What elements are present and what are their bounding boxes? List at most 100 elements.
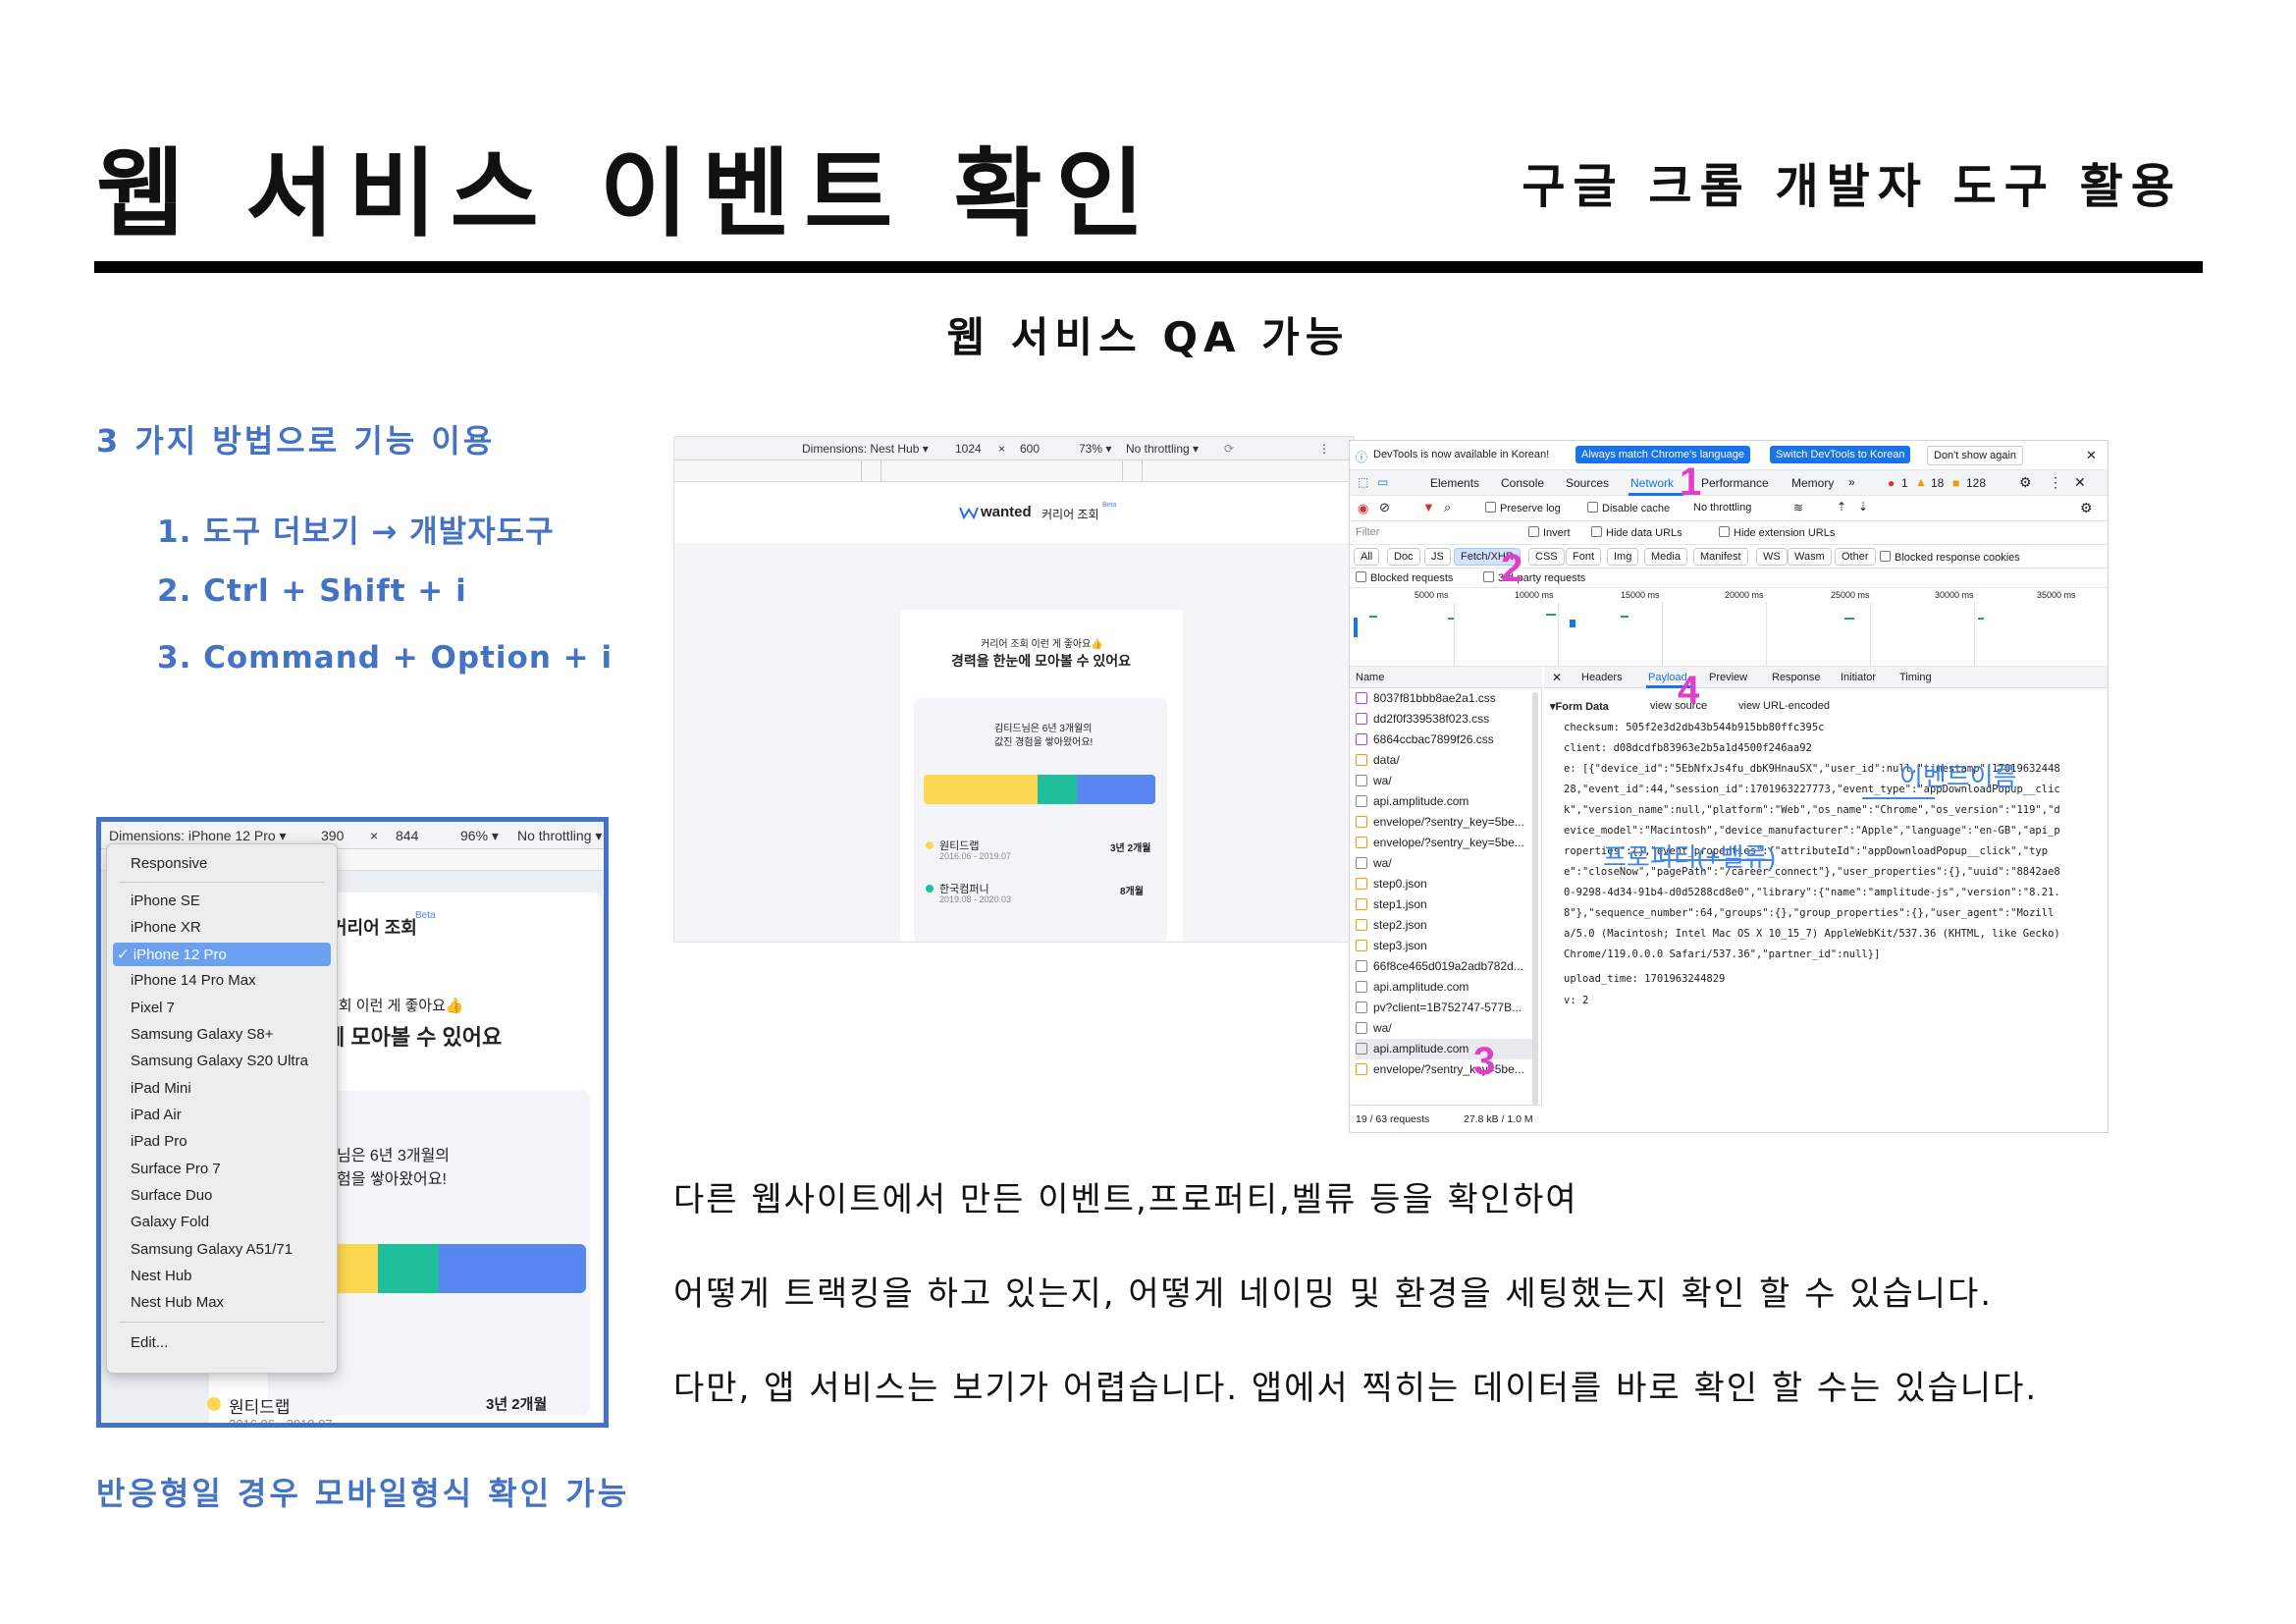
network-settings-icon[interactable]: ⚙ xyxy=(2080,500,2093,516)
request-row[interactable]: api.amplitude.com xyxy=(1356,791,1538,812)
detail-tab-response[interactable]: Response xyxy=(1772,672,1821,683)
type-chip-all[interactable]: All xyxy=(1354,548,1380,566)
detail-tab-initiator[interactable]: Initiator xyxy=(1841,672,1876,683)
type-chip-css[interactable]: CSS xyxy=(1528,548,1565,566)
device-option[interactable]: iPad Pro xyxy=(113,1130,331,1154)
request-row[interactable]: wa/ xyxy=(1356,853,1538,874)
type-chip-font[interactable]: Font xyxy=(1566,548,1602,566)
settings-gear-icon[interactable]: ⚙ xyxy=(2019,474,2032,491)
device-option[interactable]: iPhone XR xyxy=(113,916,331,940)
switch-korean-button[interactable]: Switch DevTools to Korean xyxy=(1770,446,1911,463)
type-chip-other[interactable]: Other xyxy=(1835,548,1876,566)
blocked-requests-checkbox[interactable]: Blocked requests xyxy=(1356,571,1453,584)
wifi-icon[interactable]: ≋ xyxy=(1793,501,1803,514)
match-language-button[interactable]: Always match Chrome's language xyxy=(1575,446,1750,463)
site-brand[interactable]: wanted xyxy=(981,504,1032,520)
device-option[interactable]: Samsung Galaxy A51/71 xyxy=(113,1238,331,1262)
type-chip-media[interactable]: Media xyxy=(1644,548,1687,566)
filter-funnel-icon[interactable]: ▼ xyxy=(1422,500,1435,514)
tab-elements[interactable]: Elements xyxy=(1430,476,1479,490)
import-icon[interactable]: ⇡ xyxy=(1837,500,1846,514)
tab-sources[interactable]: Sources xyxy=(1566,476,1609,490)
name-column-header[interactable]: Name xyxy=(1356,672,1384,683)
device-option[interactable]: Galaxy Fold xyxy=(113,1211,331,1234)
dont-show-button[interactable]: Don't show again xyxy=(1927,446,2024,465)
device-option[interactable]: iPhone 14 Pro Max xyxy=(113,969,331,993)
device-option[interactable]: Nest Hub xyxy=(113,1265,331,1288)
request-row[interactable]: api.amplitude.com xyxy=(1356,977,1538,998)
request-row[interactable]: envelope/?sentry_key=5be... xyxy=(1356,1059,1538,1080)
request-row[interactable]: step0.json xyxy=(1356,874,1538,894)
clear-icon[interactable]: ⊘ xyxy=(1379,500,1390,515)
device-option-edit[interactable]: Edit... xyxy=(113,1331,331,1355)
hide-data-urls-checkbox[interactable]: Hide data URLs xyxy=(1591,526,1682,539)
device-option-selected[interactable]: ✓ iPhone 12 Pro xyxy=(113,943,331,966)
device-height-input[interactable]: 844 xyxy=(396,828,418,843)
close-detail-icon[interactable]: ✕ xyxy=(1552,671,1562,684)
device-option[interactable]: iPhone SE xyxy=(113,890,331,913)
request-list-scrollbar[interactable] xyxy=(1532,692,1538,1105)
device-option[interactable]: Surface Duo xyxy=(113,1184,331,1208)
throttle-select[interactable]: No throttling ▾ xyxy=(517,828,602,844)
form-data-toggle[interactable]: ▾Form Data xyxy=(1550,700,1609,713)
request-row[interactable]: wa/ xyxy=(1356,771,1538,791)
rotate-icon[interactable]: ⟳ xyxy=(1224,442,1234,456)
record-icon[interactable]: ◉ xyxy=(1358,501,1368,516)
device-dimensions-select[interactable]: Dimensions: iPhone 12 Pro ▾ xyxy=(109,828,287,844)
request-row-selected[interactable]: api.amplitude.com xyxy=(1356,1039,1538,1059)
request-row[interactable]: step1.json xyxy=(1356,894,1538,915)
kebab-menu-icon[interactable]: ⋮ xyxy=(2049,474,2062,491)
request-row[interactable]: 8037f81bbb8ae2a1.css xyxy=(1356,688,1538,709)
request-row[interactable]: envelope/?sentry_key=5be... xyxy=(1356,833,1538,853)
type-chip-js[interactable]: JS xyxy=(1424,548,1451,566)
zoom-select[interactable]: 96% ▾ xyxy=(460,828,499,844)
blocked-cookies-checkbox[interactable]: Blocked response cookies xyxy=(1880,551,2020,564)
tab-memory[interactable]: Memory xyxy=(1791,476,1834,490)
device-option[interactable]: iPad Mini xyxy=(113,1077,331,1101)
filter-input[interactable]: Filter xyxy=(1356,526,1542,542)
detail-tab-preview[interactable]: Preview xyxy=(1709,672,1747,683)
device-option[interactable]: Samsung Galaxy S20 Ultra xyxy=(113,1050,331,1073)
more-tabs-icon[interactable]: » xyxy=(1848,475,1855,489)
tab-performance[interactable]: Performance xyxy=(1701,476,1769,490)
request-row[interactable]: 6864ccbac7899f26.css xyxy=(1356,730,1538,750)
type-chip-img[interactable]: Img xyxy=(1607,548,1639,566)
device-option-responsive[interactable]: Responsive xyxy=(113,852,331,876)
throttle-dropdown[interactable]: No throttling xyxy=(1693,502,1751,514)
search-icon[interactable]: ⌕ xyxy=(1444,500,1451,515)
more-options-icon[interactable]: ⋮ xyxy=(1318,442,1330,456)
tab-console[interactable]: Console xyxy=(1501,476,1544,490)
throttle-select[interactable]: No throttling ▾ xyxy=(1126,442,1199,456)
device-height-input[interactable]: 600 xyxy=(1020,442,1040,456)
request-row[interactable]: data/ xyxy=(1356,750,1538,771)
export-icon[interactable]: ⇣ xyxy=(1858,500,1868,514)
device-width-input[interactable]: 1024 xyxy=(955,442,982,456)
request-row[interactable]: pv?client=1B752747-577B... xyxy=(1356,998,1538,1018)
request-row[interactable]: step3.json xyxy=(1356,936,1538,956)
detail-tab-headers[interactable]: Headers xyxy=(1581,672,1623,683)
tab-network[interactable]: Network xyxy=(1630,476,1674,490)
device-option[interactable]: Samsung Galaxy S8+ xyxy=(113,1023,331,1047)
type-chip-doc[interactable]: Doc xyxy=(1387,548,1420,566)
device-width-input[interactable]: 390 xyxy=(321,828,344,843)
device-toggle-icon[interactable]: ▭ xyxy=(1377,475,1388,489)
view-url-encoded-link[interactable]: view URL-encoded xyxy=(1738,700,1830,712)
close-icon[interactable]: ✕ xyxy=(2086,448,2097,463)
request-row[interactable]: wa/ xyxy=(1356,1018,1538,1039)
request-row[interactable]: envelope/?sentry_key=5be... xyxy=(1356,812,1538,833)
device-option[interactable]: Surface Pro 7 xyxy=(113,1158,331,1181)
close-devtools-icon[interactable]: ✕ xyxy=(2074,474,2086,491)
device-option[interactable]: Pixel 7 xyxy=(113,997,331,1020)
device-dropdown-menu[interactable]: Responsive iPhone SE iPhone XR ✓ iPhone … xyxy=(106,843,338,1374)
request-row[interactable]: 66f8ce465d019a2adb782d... xyxy=(1356,956,1538,977)
invert-checkbox[interactable]: Invert xyxy=(1528,526,1571,539)
preserve-log-checkbox[interactable]: Preserve log xyxy=(1485,502,1561,514)
device-option[interactable]: Nest Hub Max xyxy=(113,1291,331,1315)
device-dimensions-select[interactable]: Dimensions: Nest Hub ▾ xyxy=(802,442,929,456)
type-chip-wasm[interactable]: Wasm xyxy=(1788,548,1832,566)
device-option[interactable]: iPad Air xyxy=(113,1104,331,1127)
type-chip-manifest[interactable]: Manifest xyxy=(1693,548,1748,566)
disable-cache-checkbox[interactable]: Disable cache xyxy=(1587,502,1670,514)
hide-extension-urls-checkbox[interactable]: Hide extension URLs xyxy=(1719,526,1835,539)
third-party-checkbox[interactable]: 3rd-party requests xyxy=(1483,571,1585,584)
